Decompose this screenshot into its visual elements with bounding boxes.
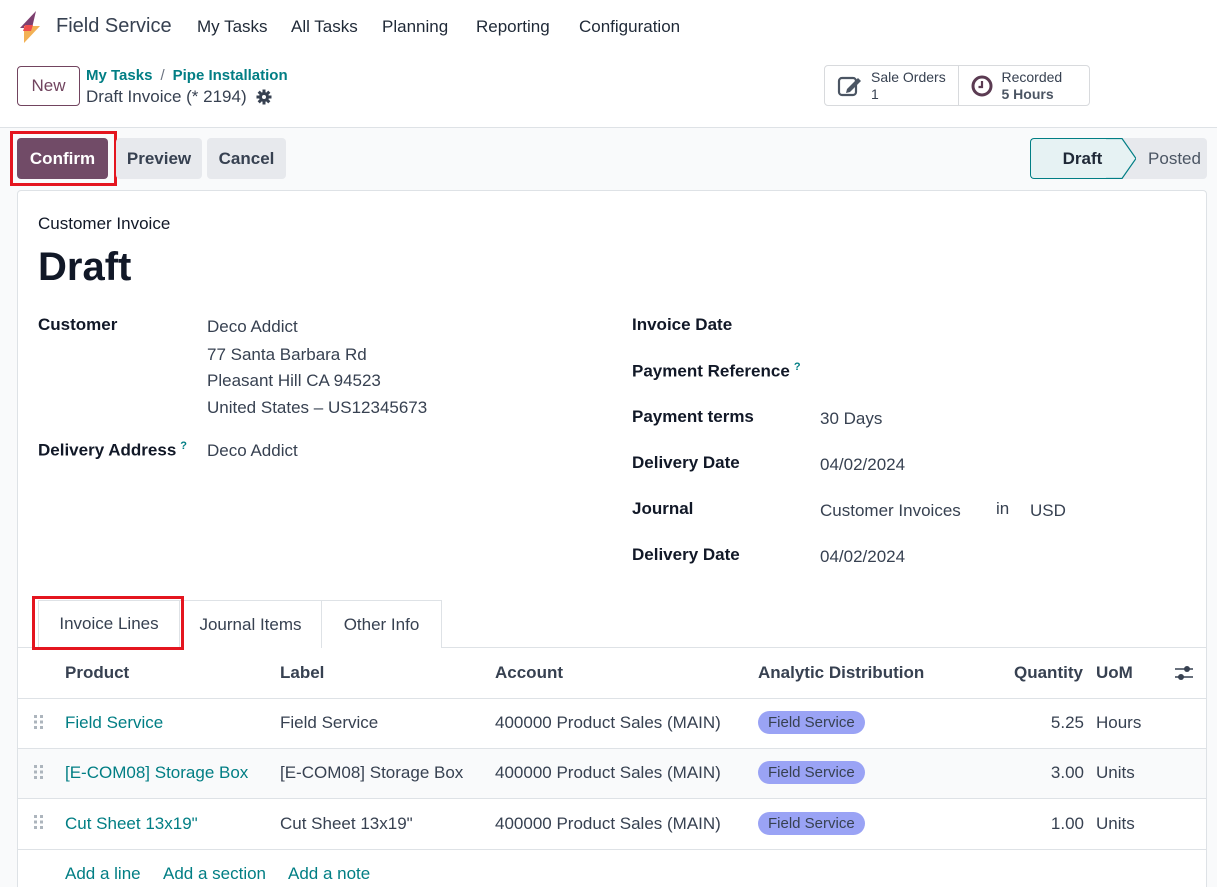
recorded-label: Recorded <box>1001 68 1063 85</box>
breadcrumb: My Tasks / Pipe Installation <box>86 67 288 84</box>
line-account[interactable]: 400000 Product Sales (MAIN) <box>495 713 721 733</box>
delivery-date-value[interactable]: 04/02/2024 <box>820 455 905 475</box>
delivery-address-value[interactable]: Deco Addict <box>207 441 298 461</box>
tab-other-info[interactable]: Other Info <box>321 600 442 648</box>
status-bar: Confirm Preview Cancel Posted Draft <box>0 128 1217 190</box>
tab-invoice-lines[interactable]: Invoice Lines <box>38 600 180 648</box>
help-tooltip-icon[interactable]: ? <box>180 440 187 452</box>
recorded-hours-button[interactable]: Recorded 5 Hours <box>959 66 1089 105</box>
line-account[interactable]: 400000 Product Sales (MAIN) <box>495 763 721 783</box>
delivery-date-label: Delivery Date <box>632 453 740 472</box>
line-product[interactable]: [E-COM08] Storage Box <box>65 763 248 783</box>
payment-reference-label: Payment Reference? <box>632 361 801 382</box>
customer-street: 77 Santa Barbara Rd <box>207 345 367 364</box>
confirm-button[interactable]: Confirm <box>17 138 108 179</box>
sale-orders-label: Sale Orders <box>871 68 946 85</box>
invoice-date-field[interactable] <box>820 315 1120 337</box>
customer-name[interactable]: Deco Addict <box>207 317 298 337</box>
payment-terms-value[interactable]: 30 Days <box>820 409 882 429</box>
column-header-quantity[interactable]: Quantity <box>1014 663 1083 683</box>
status-stages: Posted Draft <box>1030 138 1207 179</box>
edit-icon <box>837 76 861 96</box>
nav-planning[interactable]: Planning <box>382 17 448 37</box>
line-uom[interactable]: Units <box>1096 814 1135 834</box>
sale-orders-button[interactable]: Sale Orders 1 <box>825 66 960 105</box>
analytic-tag[interactable]: Field Service <box>758 711 865 734</box>
line-label[interactable]: [E-COM08] Storage Box <box>280 763 463 783</box>
delivery-date-label-2: Delivery Date <box>632 545 740 564</box>
invoice-title: Draft <box>38 245 132 289</box>
new-button[interactable]: New <box>17 66 80 106</box>
record-title: Draft Invoice (* 2194) <box>86 87 272 107</box>
journal-currency[interactable]: USD <box>1030 501 1066 521</box>
nav-reporting[interactable]: Reporting <box>476 17 550 37</box>
drag-handle-icon[interactable] <box>33 714 45 730</box>
journal-value[interactable]: Customer Invoices <box>820 501 961 521</box>
control-panel: New My Tasks / Pipe Installation Draft Inv… <box>0 54 1217 128</box>
payment-reference-field[interactable] <box>820 361 1120 383</box>
line-quantity[interactable]: 5.25 <box>1004 713 1084 733</box>
analytic-tag[interactable]: Field Service <box>758 812 865 835</box>
journal-in-text: in <box>996 499 1010 518</box>
nav-my-tasks[interactable]: My Tasks <box>197 17 268 37</box>
tab-journal-items[interactable]: Journal Items <box>180 600 322 648</box>
sale-orders-count: 1 <box>871 85 879 102</box>
customer-city: Pleasant Hill CA 94523 <box>207 371 381 390</box>
help-tooltip-icon[interactable]: ? <box>794 361 801 373</box>
breadcrumb-pipe-installation[interactable]: Pipe Installation <box>173 67 288 84</box>
line-uom[interactable]: Units <box>1096 763 1135 783</box>
payment-terms-label: Payment terms <box>632 407 754 426</box>
delivery-address-label: Delivery Address? <box>38 440 187 461</box>
add-section-link[interactable]: Add a section <box>163 864 266 884</box>
nav-configuration[interactable]: Configuration <box>579 17 680 37</box>
field-service-logo-icon[interactable] <box>16 10 44 44</box>
invoice-type-label: Customer Invoice <box>38 214 171 233</box>
line-label[interactable]: Cut Sheet 13x19" <box>280 814 413 834</box>
breadcrumb-separator: / <box>160 67 165 84</box>
recorded-value: 5 Hours <box>1001 85 1054 102</box>
line-quantity[interactable]: 3.00 <box>1004 763 1084 783</box>
customer-country-vat: United States – US12345673 <box>207 398 428 417</box>
top-navbar: Field Service My Tasks All Tasks Plannin… <box>0 0 1217 54</box>
line-product[interactable]: Cut Sheet 13x19" <box>65 814 198 834</box>
column-header-account[interactable]: Account <box>495 663 563 683</box>
column-header-uom[interactable]: UoM <box>1096 663 1133 683</box>
app-title[interactable]: Field Service <box>56 15 172 38</box>
line-product[interactable]: Field Service <box>65 713 163 733</box>
cancel-button[interactable]: Cancel <box>207 138 286 179</box>
drag-handle-icon[interactable] <box>33 814 45 830</box>
column-header-analytic-distribution[interactable]: Analytic Distribution <box>758 663 924 683</box>
preview-button[interactable]: Preview <box>116 138 202 179</box>
stage-arrow-icon <box>1106 138 1136 179</box>
column-header-product[interactable]: Product <box>65 663 129 683</box>
invoice-date-label: Invoice Date <box>632 315 733 334</box>
record-name: Draft Invoice (* 2194) <box>86 87 247 106</box>
drag-handle-icon[interactable] <box>33 764 45 780</box>
add-note-link[interactable]: Add a note <box>288 864 370 884</box>
delivery-date-value-2[interactable]: 04/02/2024 <box>820 547 905 567</box>
line-account[interactable]: 400000 Product Sales (MAIN) <box>495 814 721 834</box>
line-uom[interactable]: Hours <box>1096 713 1141 733</box>
journal-label: Journal <box>632 499 694 518</box>
delivery-address-label-text: Delivery Address <box>38 440 177 460</box>
customer-label: Customer <box>38 315 118 334</box>
clock-icon <box>971 75 993 96</box>
optional-columns-toggle-icon[interactable] <box>1174 664 1194 682</box>
add-line-link[interactable]: Add a line <box>65 864 141 884</box>
line-label[interactable]: Field Service <box>280 713 378 733</box>
column-header-label[interactable]: Label <box>280 663 324 683</box>
analytic-tag[interactable]: Field Service <box>758 761 865 784</box>
gear-icon[interactable] <box>256 89 272 105</box>
nav-all-tasks[interactable]: All Tasks <box>291 17 358 37</box>
smart-buttons: Sale Orders 1 Recorded 5 Hours <box>824 65 1090 106</box>
row-divider <box>18 849 1206 850</box>
breadcrumb-my-tasks[interactable]: My Tasks <box>86 67 152 84</box>
payment-reference-label-text: Payment Reference <box>632 361 790 381</box>
line-quantity[interactable]: 1.00 <box>1004 814 1084 834</box>
